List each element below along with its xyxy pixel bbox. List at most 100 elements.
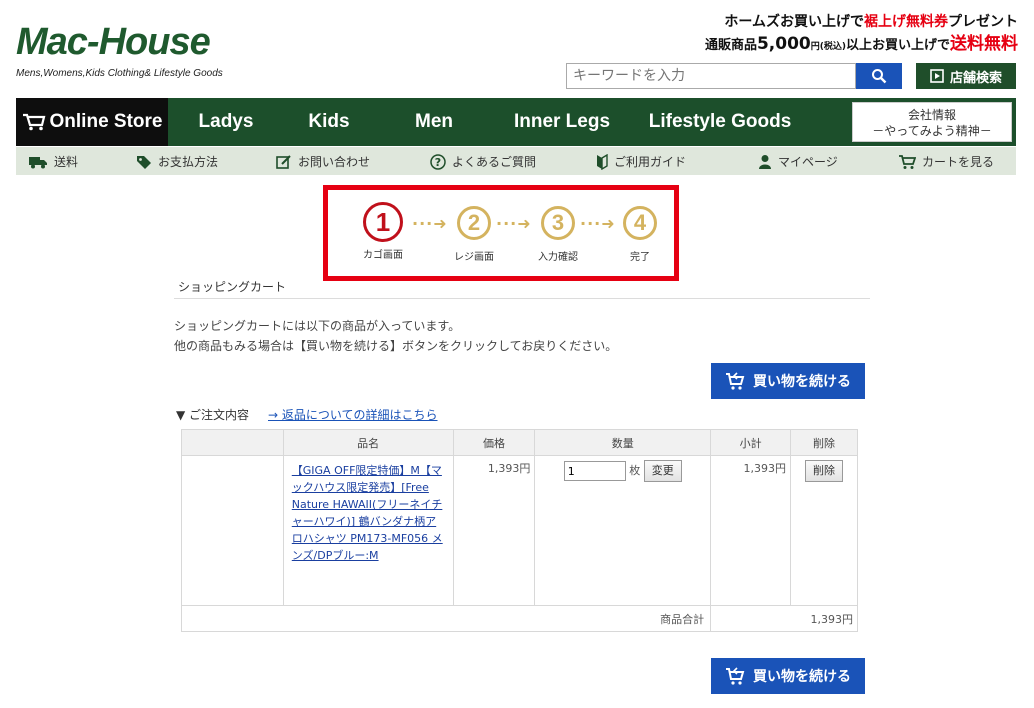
- tag-icon: [137, 155, 151, 169]
- intro-line: ショッピングカートには以下の商品が入っています。: [174, 319, 461, 333]
- store-search-button[interactable]: 店舗検索: [916, 63, 1016, 89]
- continue-shopping-button-bottom[interactable]: 買い物を続ける: [711, 658, 865, 694]
- step-confirm: 3 入力確認: [528, 206, 588, 263]
- product-link[interactable]: 【GIGA OFF限定特価】M【マックハウス限定発売】[Free Nature …: [288, 460, 449, 566]
- column-header-delete: 削除: [790, 429, 858, 456]
- sub-nav-mypage[interactable]: マイページ: [758, 153, 838, 170]
- sub-nav-shipping[interactable]: 送料: [28, 153, 78, 170]
- total-row: 商品合計 1,393円: [180, 605, 858, 632]
- column-header-subtotal: 小計: [710, 429, 792, 456]
- delete-button[interactable]: 削除: [805, 460, 844, 482]
- step-label: 完了: [630, 252, 650, 263]
- step-register: 2 レジ画面: [444, 206, 504, 263]
- sub-nav-contact[interactable]: お問い合わせ: [276, 153, 370, 170]
- promo-text: 通販商品: [704, 38, 757, 53]
- beginner-mark-icon: [597, 153, 608, 170]
- cart-return-icon: [726, 372, 745, 390]
- promo-text: ホームズお買い上げで: [724, 14, 864, 30]
- nav-online-store[interactable]: Online Store: [16, 98, 168, 146]
- sub-nav-guide[interactable]: ご利用ガイド: [596, 153, 686, 170]
- main-nav: Online Store Ladys Kids Men Inner Legs L…: [16, 98, 1016, 146]
- continue-shopping-label: 買い物を続ける: [753, 669, 851, 685]
- sub-nav-label: マイページ: [778, 155, 838, 169]
- promo-unit: 円(税込): [810, 42, 846, 52]
- promo-banner: ホームズお買い上げで裾上げ無料券プレゼント 通販商品5,000円(税込)以上お買…: [705, 12, 1018, 59]
- cart-table: 品名 価格 数量 小計 削除 【GIGA OFF限定特価】M【マックハウス限定発…: [180, 429, 858, 632]
- play-square-icon: [930, 69, 944, 83]
- user-icon: [759, 154, 771, 169]
- sub-nav: 送料 お支払方法 お問い合わせ ? よくあるご質問 ご利用ガイド マイページ カ…: [16, 147, 1016, 175]
- corp-title: 会社情報: [907, 108, 956, 122]
- table-header-row: 品名 価格 数量 小計 削除: [181, 429, 858, 456]
- returns-info-link[interactable]: → 返品についての詳細はこちら: [268, 406, 438, 423]
- sub-nav-view-cart[interactable]: カートを見る: [898, 153, 994, 170]
- intro-text: ショッピングカートには以下の商品が入っています。 他の商品もみる場合は【買い物を…: [174, 316, 617, 356]
- promo-amount: 5,000: [756, 34, 811, 54]
- nav-corporate-info[interactable]: 会社情報 －やってみよう精神－: [852, 102, 1012, 142]
- sub-nav-payment[interactable]: お支払方法: [136, 153, 218, 170]
- checkout-steps: 1 カゴ画面 ···➜ 2 レジ画面 ···➜ 3 入力確認 ···➜ 4 完了: [323, 185, 679, 281]
- divider: [174, 298, 870, 299]
- nav-online-store-label: Online Store: [49, 111, 163, 132]
- subtotal-cell: 1,393円: [710, 455, 792, 606]
- cart-return-icon: [726, 667, 745, 685]
- step-label: カゴ画面: [363, 250, 403, 261]
- column-header-image: [181, 429, 284, 456]
- promo-highlight: 裾上げ無料券: [864, 14, 948, 30]
- logo-title: Mac-House: [16, 21, 211, 63]
- corp-subtitle: －やってみよう精神－: [872, 124, 992, 138]
- store-search-label: 店舗検索: [949, 70, 1002, 86]
- edit-icon: [276, 154, 291, 169]
- search-bar: 店舗検索: [566, 63, 1016, 89]
- truck-icon: [29, 156, 47, 168]
- promo-highlight: 送料無料: [950, 34, 1018, 54]
- sub-nav-faq[interactable]: ? よくあるご質問: [430, 153, 536, 170]
- nav-item-lifestyle-goods[interactable]: Lifestyle Goods: [630, 111, 810, 133]
- promo-text: プレゼント: [948, 14, 1018, 30]
- sub-nav-label: お問い合わせ: [298, 155, 371, 169]
- logo[interactable]: Mac-House Mens,Womens,Kids Clothing& Lif…: [16, 22, 223, 79]
- total-label: 商品合計: [180, 605, 712, 632]
- question-circle-icon: ?: [430, 153, 446, 170]
- continue-shopping-label: 買い物を続ける: [753, 374, 851, 390]
- step-arrow: ···➜: [496, 214, 532, 233]
- search-input[interactable]: [566, 63, 856, 89]
- sub-nav-label: ご利用ガイド: [614, 155, 687, 169]
- step-cart: 1 カゴ画面: [358, 202, 408, 261]
- sub-nav-label: カートを見る: [922, 155, 995, 169]
- step-label: レジ画面: [454, 252, 494, 263]
- sub-nav-label: よくあるご質問: [452, 155, 537, 169]
- step-number: 3: [541, 206, 575, 240]
- step-complete: 4 完了: [610, 206, 670, 263]
- step-number: 4: [623, 206, 657, 240]
- total-value: 1,393円: [710, 605, 858, 632]
- continue-shopping-button[interactable]: 買い物を続ける: [711, 363, 865, 399]
- step-number: 2: [457, 206, 491, 240]
- nav-item-inner-legs[interactable]: Inner Legs: [494, 111, 630, 133]
- svg-text:?: ?: [435, 156, 441, 169]
- qty-unit: 枚: [629, 464, 641, 477]
- page-title: ショッピングカート: [178, 280, 287, 294]
- step-arrow: ···➜: [412, 214, 448, 233]
- cart-icon: [899, 154, 916, 169]
- nav-item-ladys[interactable]: Ladys: [168, 111, 284, 133]
- search-icon: [872, 69, 887, 84]
- table-row: 【GIGA OFF限定特価】M【マックハウス限定発売】[Free Nature …: [181, 455, 858, 606]
- nav-item-men[interactable]: Men: [374, 111, 494, 133]
- promo-text: 以上お買い上げで: [845, 38, 950, 53]
- order-section-label: ▼ ご注文内容: [176, 408, 250, 422]
- qty-cell: 枚 変更: [534, 455, 712, 606]
- sub-nav-label: お支払方法: [158, 155, 219, 169]
- column-header-qty: 数量: [534, 429, 712, 456]
- step-number: 1: [363, 202, 403, 242]
- quantity-input[interactable]: [563, 461, 626, 481]
- change-qty-button[interactable]: 変更: [643, 460, 682, 482]
- column-header-name: 品名: [282, 429, 454, 456]
- column-header-price: 価格: [452, 429, 536, 456]
- intro-line: 他の商品もみる場合は【買い物を続ける】ボタンをクリックしてお戻りください。: [174, 339, 618, 353]
- product-name-cell: 【GIGA OFF限定特価】M【マックハウス限定発売】[Free Nature …: [282, 455, 454, 606]
- logo-tagline: Mens,Womens,Kids Clothing& Lifestyle Goo…: [16, 68, 223, 79]
- cart-icon: [22, 113, 45, 131]
- search-button[interactable]: [856, 63, 902, 89]
- nav-item-kids[interactable]: Kids: [284, 111, 374, 133]
